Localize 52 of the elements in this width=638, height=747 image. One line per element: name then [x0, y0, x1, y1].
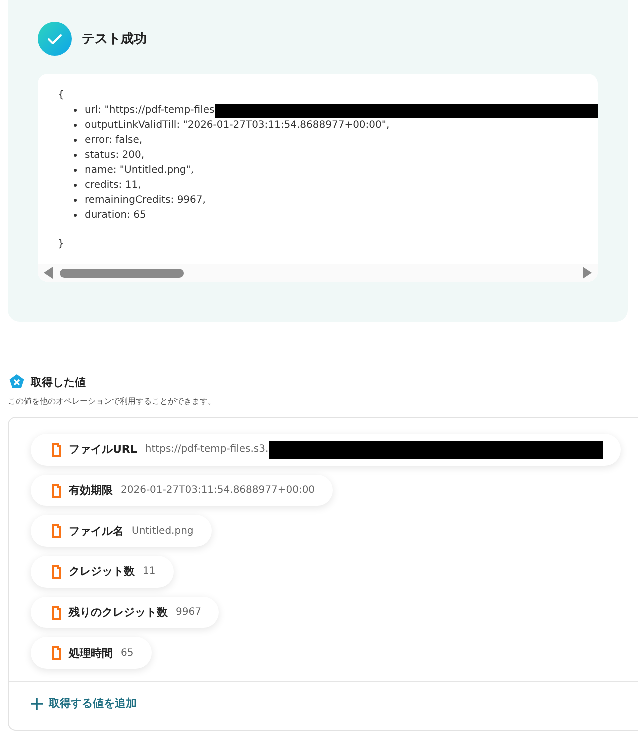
- scrollbar-thumb[interactable]: [60, 268, 184, 278]
- bullet-icon: [74, 109, 77, 112]
- value-label: ファイル名: [69, 524, 124, 539]
- document-icon: [51, 484, 61, 498]
- horizontal-scrollbar[interactable]: [38, 264, 598, 282]
- value-chip[interactable]: 残りのクレジット数 9967: [31, 596, 220, 628]
- value-text: https://pdf-temp-files.s3.: [145, 444, 269, 456]
- bullet-icon: [74, 154, 77, 157]
- code-text: }: [58, 238, 66, 252]
- bullet-icon: [74, 214, 77, 217]
- value-label: 処理時間: [69, 646, 113, 661]
- code-text: {: [58, 89, 66, 103]
- code-text: credits: 11,: [85, 180, 142, 191]
- section-description: この値を他のオペレーションで利用することができます。: [8, 396, 217, 407]
- code-text: name: "Untitled.png",: [85, 165, 194, 176]
- document-icon: [51, 524, 61, 538]
- code-text: status: 200,: [85, 150, 145, 161]
- variable-icon: [9, 374, 25, 390]
- code-text: remainingCredits: 9967,: [85, 195, 206, 206]
- result-title: テスト成功: [82, 31, 147, 48]
- value-text: 9967: [176, 607, 202, 618]
- bullet-icon: [74, 184, 77, 187]
- value-chip[interactable]: 有効期限 2026-01-27T03:11:54.8688977+00:00: [31, 474, 334, 506]
- bullet-icon: [74, 139, 77, 142]
- code-text: duration: 65: [85, 210, 146, 221]
- scroll-right-icon[interactable]: [582, 267, 592, 279]
- value-label: 残りのクレジット数: [69, 605, 168, 620]
- value-label: クレジット数: [69, 564, 135, 580]
- add-value-button[interactable]: 取得する値を追加: [31, 696, 137, 711]
- plus-icon: [31, 698, 43, 710]
- value-text: 65: [121, 648, 134, 659]
- value-chip[interactable]: 処理時間 65: [31, 637, 152, 670]
- value-label: ファイルURL: [69, 442, 138, 458]
- document-icon: [51, 606, 61, 620]
- code-text: url: "https://pdf-temp-files: [85, 105, 215, 116]
- bullet-icon: [74, 124, 77, 127]
- value-text: Untitled.png: [132, 526, 194, 537]
- value-chip[interactable]: ファイルURL https://pdf-temp-files.s3.: [31, 434, 621, 466]
- document-icon: [51, 442, 61, 457]
- bullet-icon: [74, 169, 77, 172]
- value-chip[interactable]: ファイル名 Untitled.png: [31, 515, 212, 548]
- value-text: 11: [143, 566, 156, 578]
- value-label: 有効期限: [69, 483, 113, 498]
- section-title: 取得した値: [31, 374, 86, 390]
- value-chip[interactable]: クレジット数 11: [31, 556, 174, 588]
- document-icon: [51, 646, 61, 660]
- value-text: 2026-01-27T03:11:54.8688977+00:00: [121, 485, 316, 496]
- code-text: error: false,: [85, 135, 143, 146]
- scroll-left-icon[interactable]: [44, 267, 54, 279]
- code-text: outputLinkValidTill: "2026-01-27T03:11:54.8688977+00:00",: [85, 120, 390, 131]
- document-icon: [51, 564, 61, 579]
- bullet-icon: [74, 199, 77, 202]
